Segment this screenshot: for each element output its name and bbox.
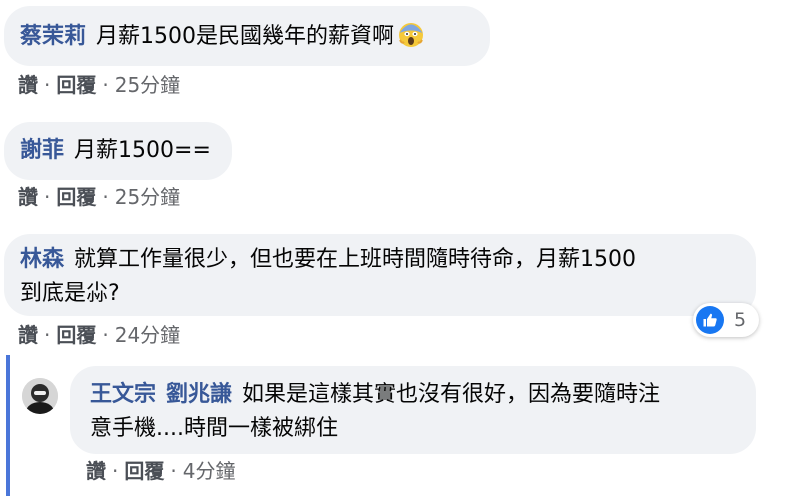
like-icon [696, 306, 724, 334]
comment-text-2: 月薪1500== [74, 138, 211, 163]
comment-author-2[interactable]: 謝菲 [20, 138, 64, 163]
reply-link-2[interactable]: 回覆 [56, 185, 96, 209]
comment-actions-2: 讚 · 回覆 · 25分鐘 [18, 185, 180, 209]
reply-text-line2: 意手機....時間一樣被綁住 [90, 416, 338, 441]
timestamp-reply[interactable]: 4分鐘 [183, 459, 236, 483]
comment-text-3-line1: 就算工作量很少，但也要在上班時間隨時待命，月薪1500 [74, 247, 637, 272]
comment-author-1[interactable]: 蔡茉莉 [20, 24, 86, 49]
separator-dot: · [44, 73, 51, 97]
timestamp-3[interactable]: 24分鐘 [115, 323, 180, 347]
like-link-2[interactable]: 讚 [18, 185, 38, 209]
timestamp-2[interactable]: 25分鐘 [115, 185, 180, 209]
reply-thread-line [6, 355, 10, 496]
timestamp-1[interactable]: 25分鐘 [115, 73, 180, 97]
separator-dot: · [102, 73, 109, 97]
separator-dot: · [44, 323, 51, 347]
reply-author[interactable]: 王文宗 [90, 382, 156, 407]
comment-actions-1: 讚 · 回覆 · 25分鐘 [18, 73, 180, 97]
comment-actions-3: 讚 · 回覆 · 24分鐘 [18, 323, 180, 347]
reply-link-3[interactable]: 回覆 [56, 323, 96, 347]
like-link-reply[interactable]: 讚 [86, 459, 106, 483]
reply-link-1[interactable]: 回覆 [56, 73, 96, 97]
separator-dot: · [44, 185, 51, 209]
comment-bubble-2: 謝菲 月薪1500== [4, 122, 232, 180]
avatar[interactable] [22, 378, 58, 414]
reaction-badge[interactable]: 5 [693, 303, 759, 337]
tagged-user[interactable]: 劉兆謙 [166, 382, 232, 407]
screaming-face-emoji [399, 23, 424, 47]
separator-dot: · [170, 459, 177, 483]
reply-bubble: 王文宗 劉兆謙 如果是這樣其實也沒有很好，因為要隨時注 意手機....時間一樣被綁住 [70, 366, 756, 454]
separator-dot: · [112, 459, 119, 483]
reply-actions: 讚 · 回覆 · 4分鐘 [86, 459, 235, 483]
reaction-count: 5 [734, 309, 747, 331]
comment-text-1: 月薪1500是民國幾年的薪資啊 [96, 24, 395, 49]
comment-author-3[interactable]: 林森 [20, 247, 64, 272]
separator-dot: · [102, 185, 109, 209]
like-link-1[interactable]: 讚 [18, 73, 38, 97]
comment-text-3-line2: 到底是尛? [20, 281, 120, 306]
comment-bubble-3: 林森 就算工作量很少，但也要在上班時間隨時待命，月薪1500 到底是尛? [4, 234, 756, 316]
reply-link-reply[interactable]: 回覆 [124, 459, 164, 483]
separator-dot: · [102, 323, 109, 347]
reply-text-line1: 如果是這樣其實也沒有很好，因為要隨時注 [242, 382, 661, 407]
comment-bubble-1: 蔡茉莉 月薪1500是民國幾年的薪資啊 [4, 6, 490, 66]
like-link-3[interactable]: 讚 [18, 323, 38, 347]
